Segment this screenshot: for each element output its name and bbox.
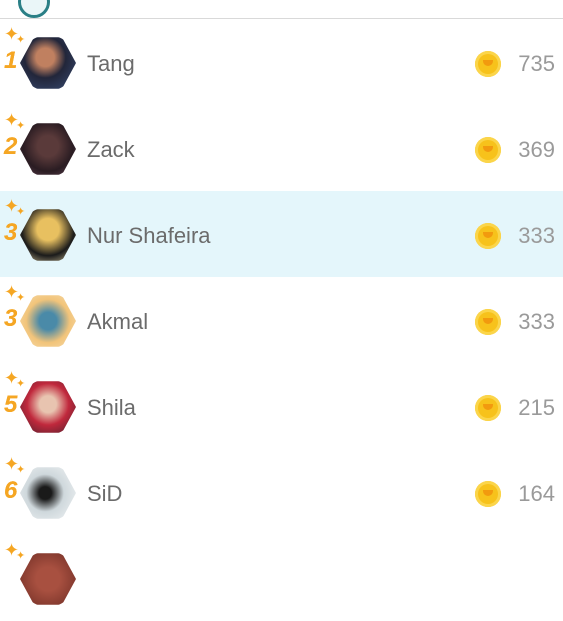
leaderboard-row[interactable]: ✦ ✦ 3 Akmal 333 [0, 277, 563, 363]
sparkle-icon: ✦ [16, 292, 26, 304]
sparkle-icon: ✦ [16, 206, 26, 218]
player-name: Akmal [87, 309, 149, 334]
player-score: 333 [518, 309, 555, 334]
player-name: Shila [87, 395, 136, 420]
coin-icon [475, 309, 501, 335]
sparkle-icon: ✦ [16, 34, 26, 46]
coin-icon [475, 51, 501, 77]
leaderboard-row[interactable]: ✦ ✦ 5 Shila 215 [0, 363, 563, 449]
player-score: 735 [518, 51, 555, 76]
sparkle-icon: ✦ [16, 550, 26, 562]
player-score: 333 [518, 223, 555, 248]
player-score: 164 [518, 481, 555, 506]
leaderboard-list: ✦ ✦ 1 Tang 735 ✦ ✦ 2 Zack 369 ✦ ✦ 3 Nur … [0, 19, 563, 621]
player-score: 215 [518, 395, 555, 420]
coin-icon [475, 481, 501, 507]
player-score: 369 [518, 137, 555, 162]
sparkle-icon: ✦ [16, 120, 26, 132]
coin-icon [475, 223, 501, 249]
clock-icon [15, 0, 53, 18]
leaderboard-row[interactable]: ✦ ✦ 1 Tang 735 [0, 19, 563, 105]
coin-icon [475, 137, 501, 163]
leaderboard-row[interactable]: ✦ ✦ 6 SiD 164 [0, 449, 563, 535]
player-name: Tang [87, 51, 135, 76]
leaderboard-row[interactable]: ✦ ✦ [0, 535, 563, 621]
player-name: SiD [87, 481, 123, 506]
coin-icon [475, 395, 501, 421]
player-name: Zack [87, 137, 135, 162]
leaderboard-row-current-user[interactable]: ✦ ✦ 3 Nur Shafeira 333 [0, 191, 563, 277]
player-name: Nur Shafeira [87, 223, 211, 248]
sparkle-icon: ✦ [16, 378, 26, 390]
sparkle-icon: ✦ [16, 464, 26, 476]
leaderboard-row[interactable]: ✦ ✦ 2 Zack 369 [0, 105, 563, 191]
leaderboard-header [0, 0, 563, 19]
